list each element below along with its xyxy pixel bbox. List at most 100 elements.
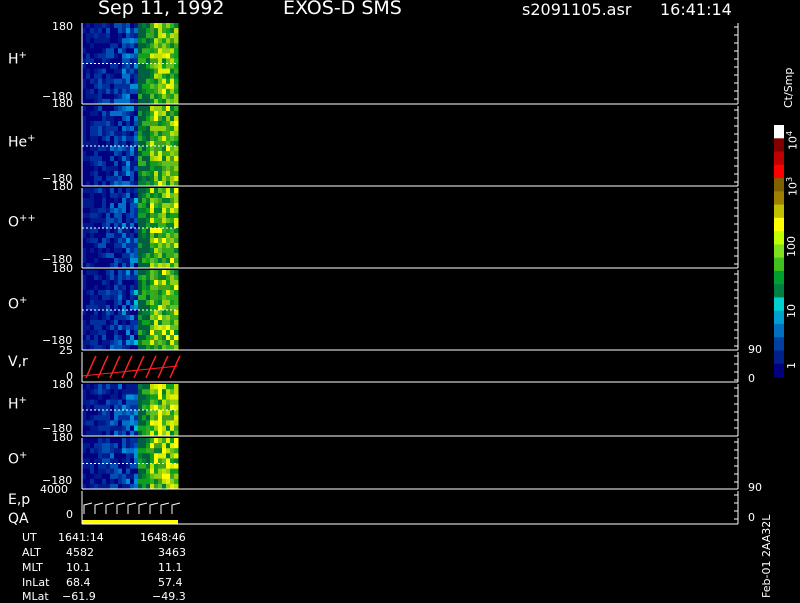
spectrogram-cell: [158, 188, 163, 194]
spectrogram-cell: [106, 248, 111, 254]
spectrogram-cell: [150, 410, 155, 416]
spectrogram-cell: [170, 146, 175, 152]
spectrogram-cell: [134, 106, 139, 112]
spectrogram-cell: [142, 270, 147, 276]
panel-label-qa: QA: [8, 511, 29, 527]
spectrogram-cell: [166, 443, 171, 449]
spectrogram-cell: [154, 258, 159, 264]
spectrogram-cell: [86, 270, 91, 276]
spectrogram-cell: [122, 233, 127, 239]
spectrogram-cell: [170, 23, 175, 29]
spectrogram-cell: [122, 116, 127, 122]
spectrogram-cell: [162, 238, 167, 244]
spectrogram-cell: [170, 300, 175, 306]
spectrogram-cell: [134, 193, 139, 199]
spectrogram-cell: [162, 478, 167, 485]
colorbar-segment: [774, 151, 784, 166]
spectrogram-cell: [114, 111, 119, 117]
spectrogram-cell: [130, 146, 135, 152]
spectrogram-cell: [150, 213, 155, 219]
spectrogram-cell: [94, 213, 99, 219]
spectrogram-cell: [110, 243, 115, 249]
spectrogram-cell: [150, 285, 155, 291]
spectrogram-cell: [82, 399, 87, 406]
spectrogram-cell: [170, 213, 175, 219]
spectrogram-cell: [110, 48, 115, 54]
spectrogram-cell: [102, 330, 107, 336]
spectrogram-cell: [82, 73, 87, 80]
spectrogram-cell: [142, 300, 147, 306]
spectrogram-cell: [166, 438, 171, 444]
spectrogram-cell: [134, 63, 139, 70]
spectrogram-cell: [158, 146, 163, 152]
spectrogram-cell: [126, 468, 131, 475]
spectrogram-cell: [134, 88, 139, 95]
spectrogram-cell: [150, 384, 155, 390]
spectrogram-cell: [118, 340, 123, 346]
spectrogram-cell: [130, 193, 135, 199]
spectrogram-cell: [86, 243, 91, 249]
spectrogram-cell: [130, 136, 135, 142]
spectrogram-cell: [166, 290, 171, 296]
spectrogram-cell: [154, 253, 159, 259]
spectrogram-cell: [82, 448, 87, 454]
spectrogram-cell: [166, 106, 171, 112]
spectrogram-cell: [98, 285, 103, 291]
spectrogram-cell: [122, 453, 127, 459]
spectrogram-cell: [118, 218, 123, 224]
spectrogram-cell: [142, 453, 147, 459]
spectrogram-cell: [102, 315, 107, 321]
spectrogram-cell: [162, 425, 167, 432]
spectrogram-cell: [150, 136, 155, 142]
spectrogram-cell: [166, 213, 171, 219]
spectrogram-cell: [82, 290, 87, 296]
spectrogram-cell: [174, 310, 179, 316]
spectrogram-cell: [130, 238, 135, 244]
spectrogram-cell: [102, 473, 107, 480]
spectrogram-cell: [86, 33, 91, 39]
spectrogram-cell: [106, 43, 111, 49]
spectrogram-cell: [110, 340, 115, 346]
spectrogram-cell: [162, 188, 167, 194]
spectrogram-cell: [126, 208, 131, 214]
spectrogram-cell: [138, 156, 143, 162]
spectrogram-cell: [82, 111, 87, 117]
spectrogram-cell: [82, 453, 87, 459]
spectrogram-cell: [114, 176, 119, 182]
spectrogram-cell: [122, 33, 127, 39]
spectrogram-cell: [82, 468, 87, 475]
spectrogram-cell: [118, 290, 123, 296]
spectrogram-cell: [138, 399, 143, 406]
spectrogram-cell: [122, 176, 127, 182]
spectrogram-cell: [126, 33, 131, 39]
spectrogram-cell: [154, 420, 159, 427]
spectrogram-cell: [142, 310, 147, 316]
spectrogram-cell: [90, 38, 95, 44]
spectrogram-cell: [122, 473, 127, 480]
spectrogram-cell: [118, 425, 123, 432]
spectrogram-cell: [110, 161, 115, 167]
spectrogram-cell: [150, 53, 155, 59]
spectrogram-cell: [166, 243, 171, 249]
spectrogram-cell: [162, 310, 167, 316]
spectrogram-cell: [138, 253, 143, 259]
spectrogram-cell: [94, 389, 99, 395]
spectrogram-cell: [102, 478, 107, 485]
spectrogram-cell: [118, 448, 123, 454]
spectrogram-cell: [150, 88, 155, 95]
spectrogram-cell: [130, 478, 135, 485]
spectrogram-cell: [118, 73, 123, 80]
spectrogram-cell: [86, 83, 91, 90]
spectrogram-cell: [82, 198, 87, 204]
spectrogram-cell: [174, 448, 179, 454]
spectrogram-cell: [158, 151, 163, 157]
spectrogram-cell: [122, 203, 127, 209]
spectrogram-cell: [122, 290, 127, 296]
spectrogram-cell: [154, 131, 159, 137]
spectrogram-cell: [114, 280, 119, 286]
spectrogram-cell: [98, 315, 103, 321]
spectrogram-cell: [90, 384, 95, 390]
spectrogram-cell: [166, 295, 171, 301]
spectrogram-cell: [130, 258, 135, 264]
spectrogram-cell: [170, 166, 175, 172]
